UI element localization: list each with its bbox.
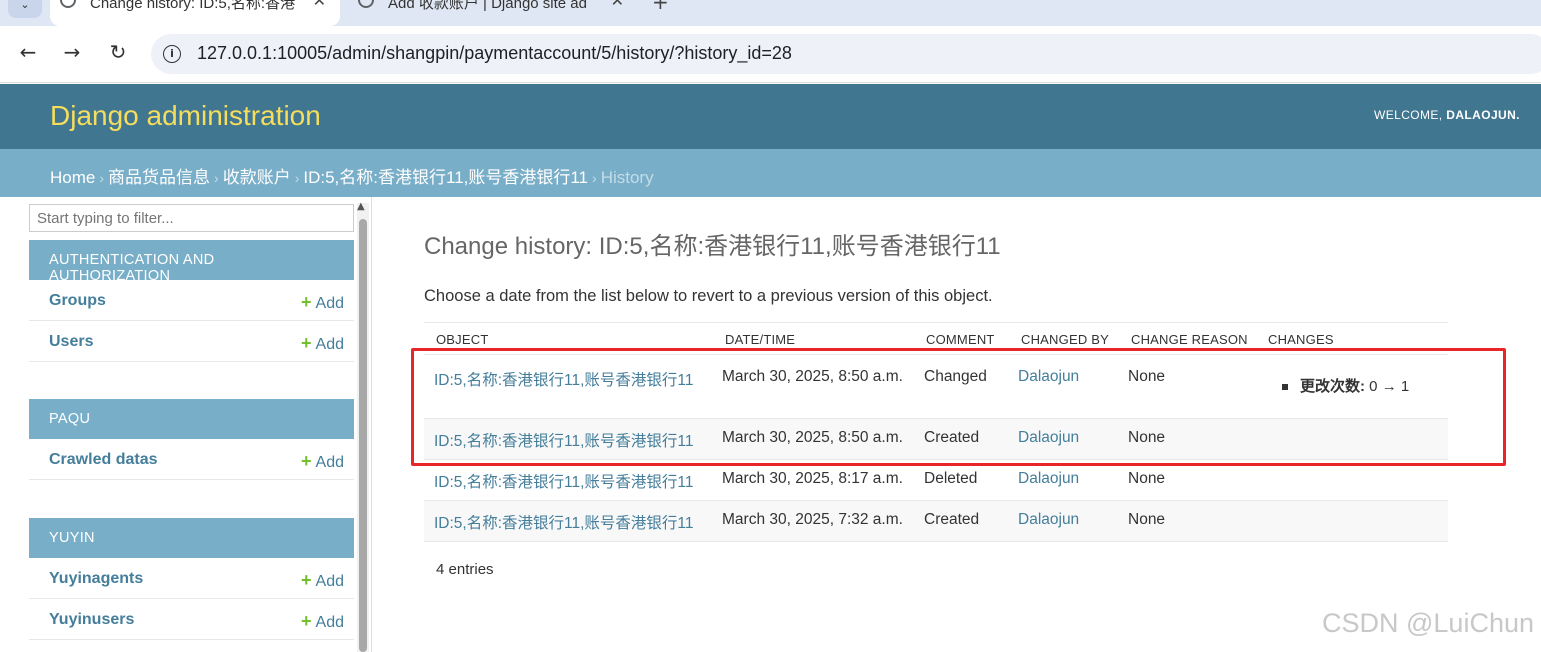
sidebar-item-yuyinagents[interactable]: Yuyinagents + Add — [29, 558, 354, 599]
change-reason-cell: None — [1128, 470, 1166, 487]
tab-close-icon[interactable]: ✕ — [611, 0, 624, 10]
sidebar-item-users[interactable]: Users + Add — [29, 321, 354, 362]
sidebar-item-label[interactable]: Yuyinagents — [49, 570, 143, 588]
nav-filter-input[interactable] — [29, 204, 354, 232]
username: DALAOJUN. — [1446, 108, 1520, 122]
changed-by-link[interactable]: Dalaojun — [1018, 511, 1079, 529]
column-header: OBJECT — [436, 332, 489, 347]
breadcrumb-model-link[interactable]: 收款账户 — [223, 168, 291, 187]
globe-icon — [60, 0, 76, 8]
datetime-cell: March 30, 2025, 8:17 a.m. — [722, 470, 903, 487]
table-row: ID:5,名称:香港银行11,账号香港银行11 March 30, 2025, … — [424, 501, 1448, 542]
sidebar-item-crawled-datas[interactable]: Crawled datas + Add — [29, 439, 354, 480]
new-tab-icon[interactable]: + — [652, 0, 669, 14]
tab-search-chevron-icon[interactable]: ⌄ — [8, 0, 42, 18]
back-arrow-icon[interactable]: ← — [16, 40, 40, 64]
sidebar-item-label[interactable]: Users — [49, 333, 93, 351]
column-header: DATE/TIME — [725, 332, 796, 347]
tab-close-icon[interactable]: ✕ — [313, 0, 326, 10]
browser-tab-active[interactable]: Change history: ID:5,名称:香港 ✕ — [50, 0, 340, 26]
object-link[interactable]: ID:5,名称:香港银行11,账号香港银行11 — [434, 470, 694, 492]
change-reason-cell: None — [1128, 511, 1166, 528]
plus-icon: + — [301, 570, 312, 590]
reload-icon[interactable]: ↻ — [106, 40, 130, 64]
page-intro: Choose a date from the list below to rev… — [424, 287, 993, 305]
forward-arrow-icon[interactable]: → — [60, 40, 84, 64]
user-tools: WELCOME, DALAOJUN. — [1374, 108, 1520, 122]
breadcrumb-separator: › — [592, 170, 597, 186]
admin-header: Django administration WELCOME, DALAOJUN. — [0, 84, 1541, 149]
sidebar-item-groups[interactable]: Groups + Add — [29, 280, 354, 321]
breadcrumb-separator: › — [99, 170, 105, 186]
add-link[interactable]: + Add — [301, 333, 344, 354]
breadcrumb: Home › 商品货品信息 › 收款账户 › ID:5,名称:香港银行11,账号香港银行11… — [0, 149, 1541, 197]
datetime-cell: March 30, 2025, 7:32 a.m. — [722, 511, 903, 528]
module-caption-auth[interactable]: AUTHENTICATION AND AUTHORIZATION — [29, 240, 354, 284]
comment-cell: Deleted — [924, 470, 978, 487]
globe-icon — [358, 0, 374, 8]
red-highlight-annotation — [411, 348, 1506, 466]
add-link[interactable]: + Add — [301, 292, 344, 313]
column-header: CHANGE REASON — [1131, 332, 1248, 347]
add-link[interactable]: + Add — [301, 451, 344, 472]
module-caption-yuyin[interactable]: YUYIN — [29, 518, 354, 558]
breadcrumb-separator: › — [294, 170, 300, 186]
nav-sidebar: AUTHENTICATION AND AUTHORIZATION Groups … — [0, 197, 372, 652]
site-info-icon[interactable]: i — [163, 45, 181, 63]
tab-title: Add 收款账户 | Django site ad — [388, 0, 587, 12]
object-link[interactable]: ID:5,名称:香港银行11,账号香港银行11 — [434, 511, 694, 533]
address-bar[interactable]: i 127.0.0.1:10005/admin/shangpin/payment… — [151, 34, 1541, 74]
table-row: ID:5,名称:香港银行11,账号香港银行11 March 30, 2025, … — [424, 460, 1448, 501]
breadcrumb-object-link[interactable]: ID:5,名称:香港银行11,账号香港银行11 — [303, 168, 588, 187]
comment-cell: Created — [924, 511, 980, 528]
page-title: Change history: ID:5,名称:香港银行11,账号香港银行11 — [424, 233, 1001, 260]
sidebar-item-label[interactable]: Yuyinusers — [49, 611, 134, 629]
column-header: COMMENT — [926, 332, 995, 347]
changed-by-link[interactable]: Dalaojun — [1018, 470, 1079, 488]
entries-count: 4 entries — [436, 561, 494, 578]
breadcrumb-app-link[interactable]: 商品货品信息 — [108, 168, 210, 187]
sidebar-item-yuyinusers[interactable]: Yuyinusers + Add — [29, 599, 354, 640]
sidebar-scroll-thumb[interactable] — [359, 219, 367, 652]
plus-icon: + — [301, 611, 312, 631]
add-link[interactable]: + Add — [301, 611, 344, 632]
sidebar-item-label[interactable]: Groups — [49, 292, 106, 310]
site-branding[interactable]: Django administration — [50, 100, 321, 132]
column-header: CHANGES — [1268, 332, 1334, 347]
add-link[interactable]: + Add — [301, 570, 344, 591]
tab-title: Change history: ID:5,名称:香港 — [90, 0, 295, 12]
browser-tab-inactive[interactable]: Add 收款账户 | Django site ad ✕ — [348, 0, 638, 26]
plus-icon: + — [301, 333, 312, 353]
browser-tab-bar: ⌄ Change history: ID:5,名称:香港 ✕ Add 收款账户 … — [0, 0, 1541, 26]
column-header: CHANGED BY — [1021, 332, 1109, 347]
plus-icon: + — [301, 292, 312, 312]
url-text[interactable]: 127.0.0.1:10005/admin/shangpin/paymentac… — [197, 43, 792, 64]
welcome-text: WELCOME, — [1374, 108, 1443, 122]
module-caption-paqu[interactable]: PAQU — [29, 399, 354, 439]
sidebar-item-label[interactable]: Crawled datas — [49, 451, 157, 469]
plus-icon: + — [301, 451, 312, 471]
breadcrumb-home-link[interactable]: Home — [50, 168, 95, 187]
watermark: CSDN @LuiChun — [1322, 608, 1534, 638]
browser-nav-bar: ← → ↻ i 127.0.0.1:10005/admin/shangpin/p… — [0, 26, 1541, 83]
scroll-up-arrow-icon[interactable]: ▲ — [357, 201, 365, 212]
breadcrumb-current: History — [600, 168, 654, 187]
breadcrumb-separator: › — [214, 170, 219, 186]
